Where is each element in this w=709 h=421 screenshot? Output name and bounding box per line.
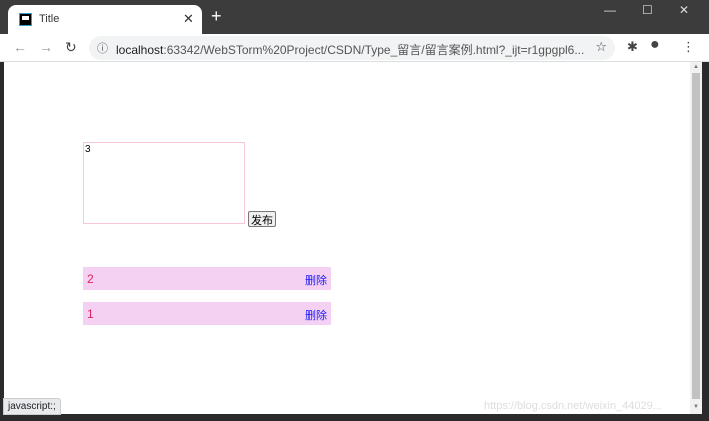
webstorm-favicon-icon [19,13,32,26]
message-text: 2 [87,272,94,286]
extensions-icon[interactable]: ✱ [627,39,638,55]
bookmark-star-icon[interactable]: ☆ [595,39,607,55]
message-item: 2 删除 [83,267,331,290]
forward-icon[interactable]: → [39,39,53,55]
title-bar: Title ✕ + — ☐ ✕ [0,0,709,34]
delete-link[interactable]: 删除 [305,307,327,323]
address-bar[interactable]: ⓘ localhost:63342/WebSTorm%20Project/CSD… [89,36,615,60]
message-item: 1 删除 [83,302,331,325]
new-tab-icon[interactable]: + [211,6,222,27]
profile-icon[interactable]: ● [650,36,660,54]
url-path: :63342/WebSTorm%20Project/CSDN/Type_留言/留… [163,43,585,57]
browser-tab[interactable]: Title ✕ [8,5,202,34]
publish-button[interactable]: 发布 [248,211,276,227]
scroll-up-icon[interactable]: ▲ [693,64,699,70]
info-icon[interactable]: ⓘ [97,40,108,56]
message-textarea[interactable]: 3 [83,142,245,224]
watermark: https://blog.csdn.net/weixin_44029... [484,400,662,412]
close-tab-icon[interactable]: ✕ [183,11,194,27]
back-icon[interactable]: ← [13,39,27,55]
delete-link[interactable]: 删除 [305,272,327,288]
reload-icon[interactable]: ↻ [65,39,77,56]
page-content: 3 发布 2 删除 1 删除 [4,62,690,414]
minimize-icon[interactable]: — [604,3,616,17]
scrollbar-thumb[interactable] [692,73,700,399]
maximize-icon[interactable]: ☐ [642,3,653,17]
tab-title: Title [39,13,60,25]
toolbar: ← → ↻ ⓘ localhost:63342/WebSTorm%20Proje… [0,34,709,62]
close-window-icon[interactable]: ✕ [679,3,689,17]
scrollbar[interactable]: ▲ ▼ [690,62,702,414]
menu-icon[interactable]: ⋮ [682,39,695,55]
scroll-down-icon[interactable]: ▼ [693,404,699,410]
status-bubble: javascript:; [3,398,61,415]
url-host: localhost [116,43,164,57]
message-text: 1 [87,307,94,321]
